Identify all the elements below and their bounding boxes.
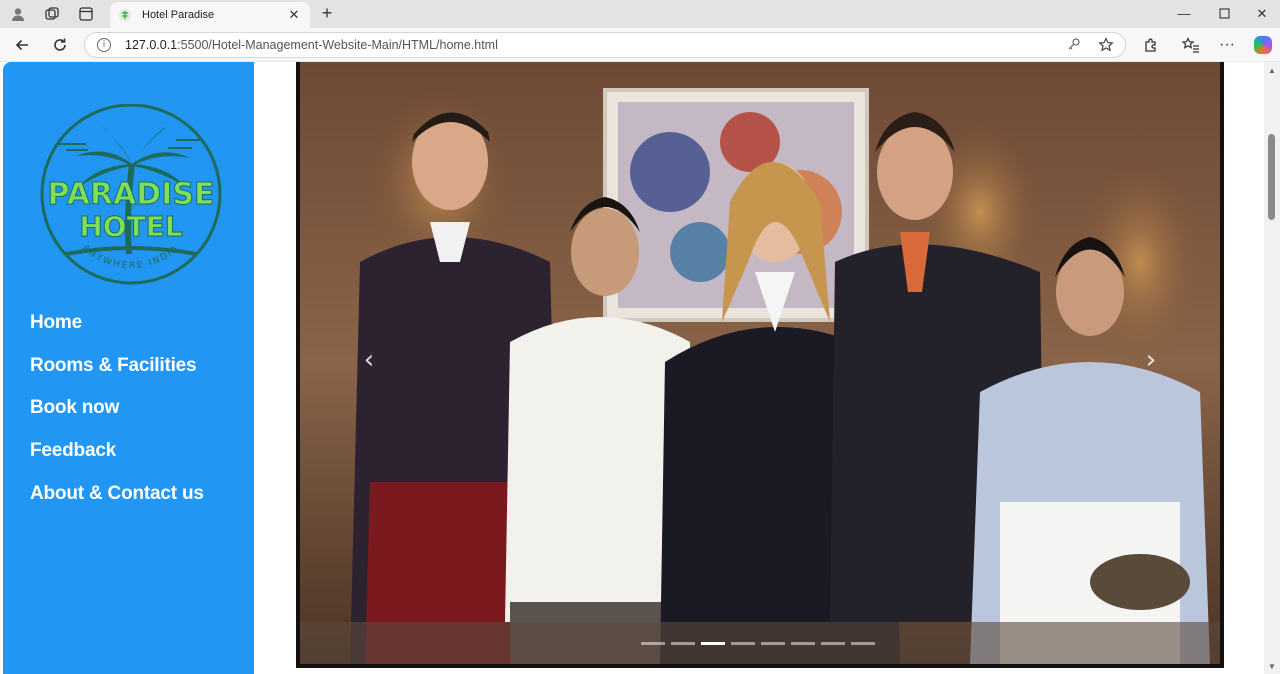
carousel-indicators xyxy=(641,642,875,645)
carousel-slide-image xyxy=(300,62,1220,664)
carousel-indicator-4[interactable] xyxy=(731,642,755,645)
key-icon[interactable] xyxy=(1065,37,1083,53)
back-icon[interactable] xyxy=(10,34,34,56)
hero-carousel: ‹ › xyxy=(296,62,1224,668)
scrollbar-thumb[interactable] xyxy=(1268,134,1275,220)
new-tab-icon[interactable]: + xyxy=(316,3,338,25)
carousel-prev-icon[interactable]: ‹ xyxy=(354,340,384,380)
workspaces-icon[interactable] xyxy=(38,4,66,24)
extensions-icon[interactable] xyxy=(1139,34,1163,56)
site-info-icon[interactable]: i xyxy=(97,38,111,52)
copilot-icon[interactable] xyxy=(1254,36,1272,54)
carousel-next-icon[interactable]: › xyxy=(1136,340,1166,380)
tab-title: Hotel Paradise xyxy=(142,9,215,21)
maximize-icon[interactable] xyxy=(1206,4,1242,24)
browser-tabbar: Hotel Paradise ✕ + — ✕ xyxy=(0,0,1280,28)
carousel-indicator-6[interactable] xyxy=(791,642,815,645)
carousel-indicator-3[interactable] xyxy=(701,642,725,645)
logo-line2: HOTEL xyxy=(79,210,182,243)
menu-link-feedback[interactable]: Feedback xyxy=(30,440,116,461)
window-close-icon[interactable]: ✕ xyxy=(1244,4,1280,24)
reload-icon[interactable] xyxy=(48,34,72,56)
carousel-indicator-5[interactable] xyxy=(761,642,785,645)
favicon xyxy=(118,8,132,22)
close-icon[interactable]: ✕ xyxy=(286,7,302,23)
carousel-indicator-7[interactable] xyxy=(821,642,845,645)
profile-icon[interactable] xyxy=(4,4,32,24)
menu-item-home: Home xyxy=(30,312,204,355)
carousel-indicator-2[interactable] xyxy=(671,642,695,645)
address-bar[interactable]: i 127.0.0.1:5500/Hotel-Management-Websit… xyxy=(84,32,1126,58)
menu-link-about-contact[interactable]: About & Contact us xyxy=(30,483,204,504)
tab-hotel-paradise[interactable]: Hotel Paradise ✕ xyxy=(110,2,310,28)
menu-item-about: About & Contact us xyxy=(30,483,204,526)
star-icon[interactable] xyxy=(1097,37,1115,53)
tab-actions-icon[interactable] xyxy=(72,4,100,24)
page-scrollbar[interactable]: ▲ ▼ xyxy=(1264,62,1280,674)
url-text: 127.0.0.1:5500/Hotel-Management-Website-… xyxy=(125,38,498,52)
menu-item-rooms: Rooms & Facilities xyxy=(30,355,204,398)
minimize-icon[interactable]: — xyxy=(1166,4,1202,24)
menu-item-book: Book now xyxy=(30,397,204,440)
more-icon[interactable]: ··· xyxy=(1215,34,1239,56)
menu-link-home[interactable]: Home xyxy=(30,312,82,333)
menu-link-book-now[interactable]: Book now xyxy=(30,397,119,418)
menu-item-feedback: Feedback xyxy=(30,440,204,483)
logo-line1: PARADISE xyxy=(48,177,215,212)
scroll-down-icon[interactable]: ▼ xyxy=(1267,662,1277,671)
scroll-up-icon[interactable]: ▲ xyxy=(1267,66,1277,75)
sidebar: PARADISE HOTEL ANYWHERE INDIA Home Rooms… xyxy=(3,62,254,674)
menu-link-rooms-facilities[interactable]: Rooms & Facilities xyxy=(30,355,197,376)
carousel-indicator-1[interactable] xyxy=(641,642,665,645)
hotel-logo[interactable]: PARADISE HOTEL ANYWHERE INDIA xyxy=(36,103,226,294)
favorites-icon[interactable] xyxy=(1179,34,1203,56)
main-menu: Home Rooms & Facilities Book now Feedbac… xyxy=(30,312,204,525)
browser-navbar: i 127.0.0.1:5500/Hotel-Management-Websit… xyxy=(0,28,1280,62)
carousel-indicator-8[interactable] xyxy=(851,642,875,645)
